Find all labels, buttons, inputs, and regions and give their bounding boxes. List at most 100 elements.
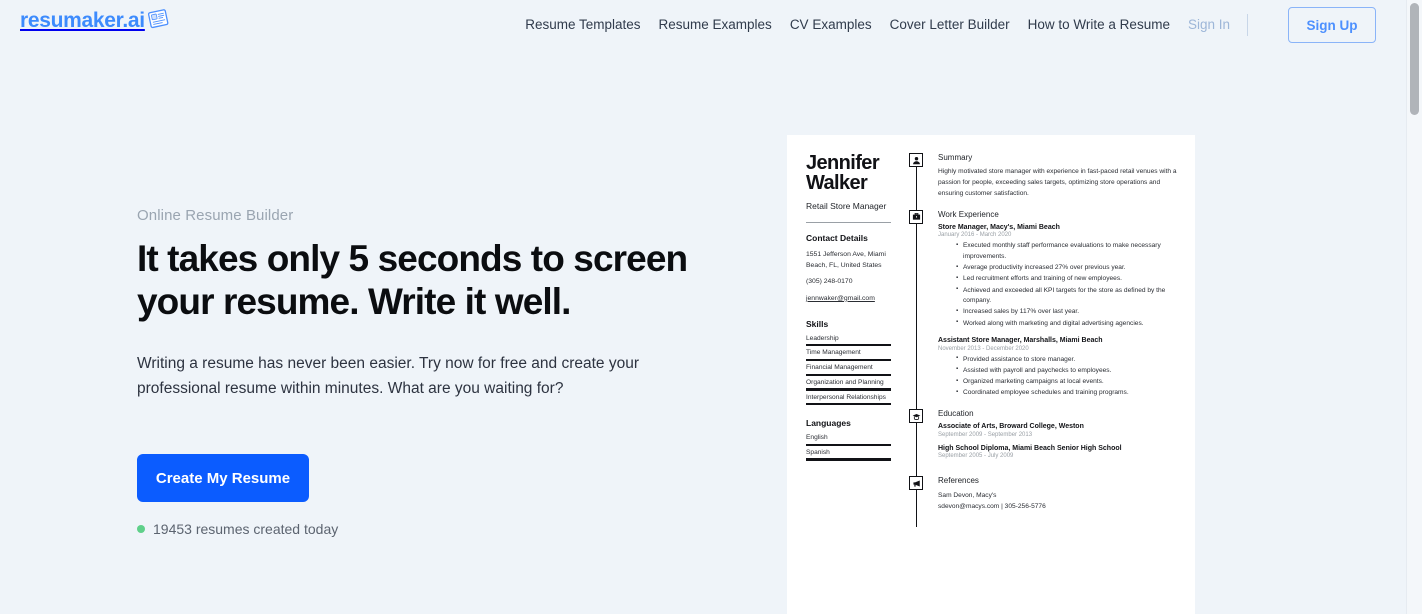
hero-section: Online Resume Builder It takes only 5 se… xyxy=(137,207,697,537)
graduation-cap-icon xyxy=(909,409,923,424)
timeline-rail xyxy=(907,209,929,414)
page-title: It takes only 5 seconds to screen your r… xyxy=(137,238,688,322)
language-level-bar xyxy=(806,443,891,446)
contact-details-heading: Contact Details xyxy=(806,232,868,243)
job-title: Assistant Store Manager, Marshalls, Miam… xyxy=(938,337,1103,345)
skill-level-bar xyxy=(806,373,891,376)
job-bullet: Provided assistance to store manager. xyxy=(956,354,1179,366)
skill-label: Leadership xyxy=(806,334,839,342)
contact-address-line-1: 1551 Jefferson Ave, Miami xyxy=(806,250,886,258)
languages-section: Languages English Spanish xyxy=(806,418,891,461)
timeline-line xyxy=(915,490,917,527)
nav-divider xyxy=(1247,14,1248,36)
contact-phone: (305) 248-0170 xyxy=(806,277,853,285)
education-date: September 2009 - September 2013 xyxy=(938,431,1033,438)
resume-section-references: References Sam Devon, Macy's sdevon@macy… xyxy=(907,476,1179,527)
timeline-line xyxy=(915,167,917,214)
job-bullet: Coordinated employee schedules and train… xyxy=(956,388,1179,399)
resume-right-column: Summary Highly motivated store manager w… xyxy=(897,153,1195,614)
education-body: Education Associate of Arts, Broward Col… xyxy=(929,409,1179,476)
nav-item-how-to-write-a-resume[interactable]: How to Write a Resume xyxy=(1019,0,1179,50)
education-title: Associate of Arts, Broward College, West… xyxy=(938,423,1084,431)
skill-label: Time Management xyxy=(806,349,861,357)
timeline-line xyxy=(915,423,917,481)
resume-section-summary: Summary Highly motivated store manager w… xyxy=(907,153,1179,214)
skill-level-bar xyxy=(806,403,891,406)
job-bullet: Executed monthly staff performance evalu… xyxy=(956,241,1179,262)
brand-name: resumaker.ai xyxy=(20,9,145,32)
skill-item: Interpersonal Relationships xyxy=(806,394,891,406)
status-dot-icon xyxy=(137,525,145,534)
summary-text: Highly motivated store manager with expe… xyxy=(938,168,1177,197)
skill-level-bar xyxy=(806,388,891,391)
skill-item: Organization and Planning xyxy=(806,379,891,391)
resume-candidate-title: Retail Store Manager xyxy=(806,200,887,211)
language-label: English xyxy=(806,434,828,442)
language-item: English xyxy=(806,434,891,446)
job-bullet: Increased sales by 117% over last year. xyxy=(956,307,1179,318)
nav-item-resume-examples[interactable]: Resume Examples xyxy=(650,0,781,50)
nav-item-cover-letter-builder[interactable]: Cover Letter Builder xyxy=(881,0,1019,50)
skill-level-bar xyxy=(806,344,891,347)
summary-body: Summary Highly motivated store manager w… xyxy=(929,153,1179,210)
scrollbar-thumb[interactable] xyxy=(1410,3,1419,115)
sign-in-link[interactable]: Sign In xyxy=(1179,0,1239,50)
languages-heading: Languages xyxy=(806,418,851,429)
brand-logo[interactable]: resumaker.ai xyxy=(20,8,172,34)
resume-left-column: Jennifer Walker Retail Store Manager Con… xyxy=(787,153,897,614)
language-item: Spanish xyxy=(806,449,891,461)
sign-up-button[interactable]: Sign Up xyxy=(1288,7,1376,43)
resume-preview-card[interactable]: Jennifer Walker Retail Store Manager Con… xyxy=(787,135,1195,614)
skill-label: Financial Management xyxy=(806,364,873,372)
skill-label: Organization and Planning xyxy=(806,378,884,386)
skill-label: Interpersonal Relationships xyxy=(806,393,886,401)
site-header: resumaker.ai Resume Templates Resume Exa… xyxy=(0,0,1406,50)
education-heading: Education xyxy=(938,409,974,419)
briefcase-icon xyxy=(909,209,923,224)
job-bullet: Led recruitment efforts and training of … xyxy=(956,274,1179,285)
resume-document-icon xyxy=(146,8,172,32)
language-level-bar xyxy=(806,458,891,461)
resume-section-education: Education Associate of Arts, Broward Col… xyxy=(907,409,1179,481)
references-body: References Sam Devon, Macy's sdevon@macy… xyxy=(929,476,1179,522)
reference-name: Sam Devon, Macy's xyxy=(938,492,997,500)
job-title: Store Manager, Macy's, Miami Beach xyxy=(938,223,1060,231)
language-label: Spanish xyxy=(806,448,830,456)
job-bullet: Assisted with payroll and paychecks to e… xyxy=(956,365,1179,377)
job-bullet-list: Provided assistance to store manager. As… xyxy=(938,354,1179,399)
nav-item-resume-templates[interactable]: Resume Templates xyxy=(516,0,649,50)
skill-item: Leadership xyxy=(806,335,891,347)
hero-subcopy: Writing a resume has never been easier. … xyxy=(137,354,639,397)
skill-item: Time Management xyxy=(806,349,891,362)
summary-heading: Summary xyxy=(938,153,973,162)
main-navigation: Resume Templates Resume Examples CV Exam… xyxy=(516,0,1256,50)
job-bullet-list: Executed monthly staff performance evalu… xyxy=(938,241,1179,329)
nav-item-cv-examples[interactable]: CV Examples xyxy=(781,0,881,50)
resume-candidate-name: Jennifer Walker xyxy=(806,152,880,195)
timeline-line xyxy=(915,223,917,414)
job-bullet: Organized marketing campaigns at local e… xyxy=(956,377,1179,388)
education-title: High School Diploma, Miami Beach Senior … xyxy=(938,444,1122,452)
hero-eyebrow: Online Resume Builder xyxy=(137,207,294,224)
job-date: November 2013 - December 2020 xyxy=(938,345,1029,352)
skills-section: Skills Leadership Time Management Financ… xyxy=(806,318,891,406)
reference-contact: sdevon@macys.com | 305-256-5776 xyxy=(938,503,1046,511)
resume-section-work-experience: Work Experience Store Manager, Macy's, M… xyxy=(907,209,1179,414)
job-bullet: Worked along with marketing and digital … xyxy=(956,318,1179,330)
job-bullet: Average productivity increased 27% over … xyxy=(956,263,1179,274)
work-experience-heading: Work Experience xyxy=(938,209,999,219)
create-my-resume-button[interactable]: Create My Resume xyxy=(137,454,309,503)
job-bullet: Achieved and exceeded all KPI targets fo… xyxy=(956,285,1179,307)
job-date: January 2016 - March 2020 xyxy=(938,232,1012,239)
person-icon xyxy=(909,153,923,167)
contact-email[interactable]: jennwaker@gmail.com xyxy=(806,295,875,302)
timeline-rail xyxy=(907,153,929,214)
skill-item: Financial Management xyxy=(806,364,891,376)
page-scrollbar[interactable] xyxy=(1406,0,1422,614)
skills-heading: Skills xyxy=(806,318,829,329)
divider xyxy=(806,221,891,223)
timeline-rail xyxy=(907,476,929,527)
skill-level-bar xyxy=(806,358,891,362)
work-experience-body: Work Experience Store Manager, Macy's, M… xyxy=(929,210,1179,410)
contact-address-line-2: Beach, FL, United States xyxy=(806,261,882,269)
